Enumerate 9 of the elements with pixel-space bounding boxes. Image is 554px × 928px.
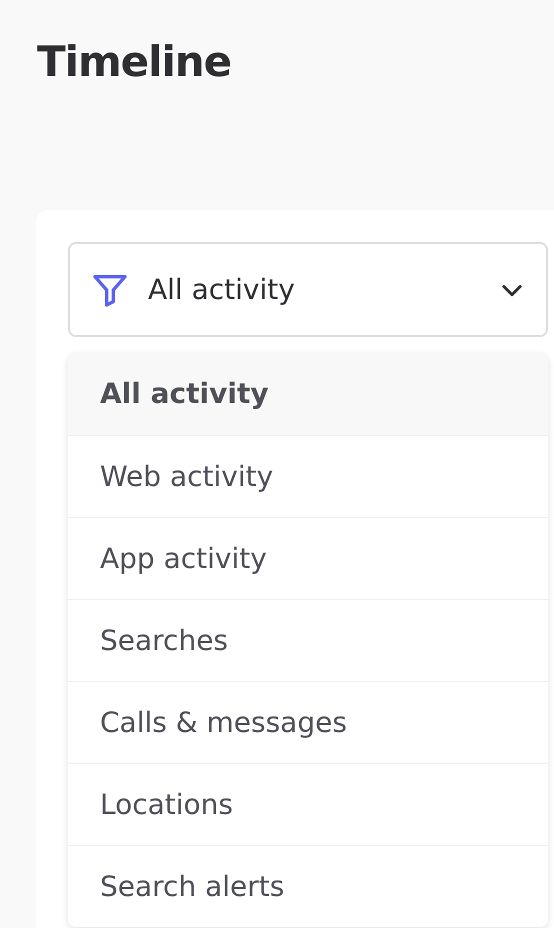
menu-option[interactable]: Calls & messages [68,681,548,763]
menu-option[interactable]: Searches [68,599,548,681]
menu-option[interactable]: Web activity [68,435,548,517]
menu-option[interactable]: Locations [68,763,548,845]
menu-option[interactable]: Search alerts [68,845,548,927]
filter-dropdown[interactable]: All activity [68,242,548,337]
menu-option[interactable]: App activity [68,517,548,599]
menu-option[interactable]: All activity [68,353,548,435]
page-title: Timeline [37,36,232,88]
